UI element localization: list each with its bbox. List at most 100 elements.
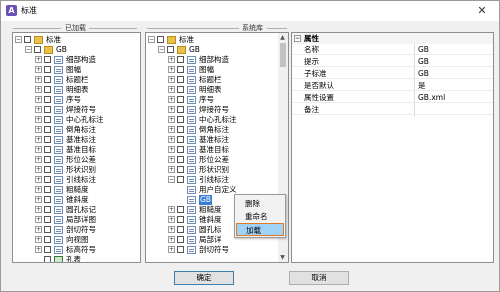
expand-icon[interactable]: + <box>35 186 42 193</box>
tree-node-item[interactable]: + 基准标注 <box>13 135 140 145</box>
collapse-icon[interactable]: − <box>148 36 155 43</box>
expand-icon[interactable]: + <box>168 66 175 73</box>
tree-node-item[interactable]: + 剖切符号 <box>146 245 288 255</box>
tree-node-item[interactable]: + 焊接符号 <box>13 105 140 115</box>
property-row[interactable]: 提示 GB <box>292 57 493 67</box>
tree-node-item[interactable]: + 中心孔标注 <box>146 115 288 125</box>
collapse-icon[interactable]: − <box>25 46 32 53</box>
checkbox[interactable] <box>177 116 184 123</box>
expand-icon[interactable]: + <box>35 96 42 103</box>
tree-node-item[interactable]: + 明细表 <box>146 85 288 95</box>
checkbox[interactable] <box>177 146 184 153</box>
tree-node-item[interactable]: + 基准标注 <box>146 135 288 145</box>
expand-icon[interactable]: + <box>168 96 175 103</box>
tree-node-item[interactable]: + 形状识别 <box>13 165 140 175</box>
checkbox[interactable] <box>177 76 184 83</box>
checkbox[interactable] <box>44 176 51 183</box>
expand-icon[interactable]: + <box>168 236 175 243</box>
tree-node-item[interactable]: − 引线标注 <box>146 175 288 185</box>
expand-icon[interactable]: + <box>168 106 175 113</box>
checkbox[interactable] <box>177 236 184 243</box>
menu-item-delete[interactable]: 删除 <box>236 197 284 210</box>
tree-node-item[interactable]: + 标题栏 <box>13 75 140 85</box>
checkbox[interactable] <box>177 66 184 73</box>
cancel-button[interactable]: 取消 <box>289 271 349 285</box>
checkbox[interactable] <box>177 96 184 103</box>
tree-node-item[interactable]: + 锥斜度 <box>13 195 140 205</box>
expand-icon[interactable]: + <box>168 216 175 223</box>
checkbox[interactable] <box>44 76 51 83</box>
checkbox[interactable] <box>177 56 184 63</box>
menu-item-load[interactable]: 加载 <box>236 223 284 236</box>
checkbox[interactable] <box>177 176 184 183</box>
checkbox[interactable] <box>177 226 184 233</box>
checkbox[interactable] <box>44 106 51 113</box>
tree-node-item[interactable]: + 序号 <box>146 95 288 105</box>
tree-node-item[interactable]: + 倒角标注 <box>146 125 288 135</box>
checkbox[interactable] <box>157 36 164 43</box>
checkbox[interactable] <box>44 246 51 253</box>
checkbox[interactable] <box>44 216 51 223</box>
checkbox[interactable] <box>44 226 51 233</box>
property-value[interactable]: GB <box>418 57 429 67</box>
property-row[interactable]: 是否默认 是 <box>292 81 493 91</box>
property-value[interactable]: 是 <box>418 81 426 91</box>
tree-node-item[interactable]: + 中心孔标注 <box>13 115 140 125</box>
checkbox[interactable] <box>44 196 51 203</box>
expand-icon[interactable]: + <box>168 136 175 143</box>
expand-icon[interactable]: + <box>35 86 42 93</box>
expand-icon[interactable]: + <box>35 216 42 223</box>
expand-icon[interactable]: + <box>35 136 42 143</box>
expand-icon[interactable]: + <box>35 226 42 233</box>
expand-icon[interactable]: + <box>168 56 175 63</box>
checkbox[interactable] <box>177 106 184 113</box>
checkbox[interactable] <box>44 236 51 243</box>
checkbox[interactable] <box>34 46 41 53</box>
checkbox[interactable] <box>177 156 184 163</box>
checkbox[interactable] <box>177 86 184 93</box>
tree-node-item[interactable]: + 圆孔标记 <box>13 205 140 215</box>
tree-node-item[interactable]: + 形位公差 <box>13 155 140 165</box>
tree-node-item[interactable]: + 基准目标 <box>146 145 288 155</box>
property-row[interactable]: 子标准 GB <box>292 69 493 79</box>
tree-node-item[interactable]: + 标高符号 <box>13 245 140 255</box>
checkbox[interactable] <box>44 86 51 93</box>
checkbox[interactable] <box>177 246 184 253</box>
tree-node-item[interactable]: + 标题栏 <box>146 75 288 85</box>
expand-icon[interactable]: + <box>168 246 175 253</box>
checkbox[interactable] <box>177 206 184 213</box>
expand-icon[interactable]: + <box>168 206 175 213</box>
checkbox[interactable] <box>44 256 51 262</box>
expand-icon[interactable]: + <box>35 126 42 133</box>
tree-node-item[interactable]: + 基准目标 <box>13 145 140 155</box>
checkbox[interactable] <box>44 166 51 173</box>
property-row[interactable]: 名称 GB <box>292 45 493 55</box>
tree-node-item[interactable]: + 剖切符号 <box>13 225 140 235</box>
expand-icon[interactable]: + <box>35 166 42 173</box>
tree-node-item[interactable]: + 粗糙度 <box>13 185 140 195</box>
tree-node-std[interactable]: − GB <box>13 45 140 55</box>
tree-node-item[interactable]: + 向视图 <box>13 235 140 245</box>
expand-icon[interactable]: + <box>35 66 42 73</box>
checkbox[interactable] <box>44 116 51 123</box>
expand-icon[interactable]: + <box>168 86 175 93</box>
tree-node-item[interactable]: + 图幅 <box>146 65 288 75</box>
expand-icon[interactable]: + <box>35 76 42 83</box>
collapse-icon[interactable]: − <box>168 176 175 183</box>
collapse-icon[interactable]: − <box>15 36 22 43</box>
tree-node-item[interactable]: + 引线标注 <box>13 175 140 185</box>
tree-node-item[interactable]: + 图幅 <box>13 65 140 75</box>
checkbox[interactable] <box>24 36 31 43</box>
expand-icon[interactable]: + <box>35 236 42 243</box>
expand-icon[interactable]: + <box>35 106 42 113</box>
collapse-icon[interactable]: − <box>158 46 165 53</box>
checkbox[interactable] <box>44 186 51 193</box>
tree-node-item[interactable]: + 焊接符号 <box>146 105 288 115</box>
expand-icon[interactable]: + <box>168 126 175 133</box>
tree-node-item[interactable]: + 明细表 <box>13 85 140 95</box>
expand-icon[interactable]: + <box>35 206 42 213</box>
expand-icon[interactable]: + <box>168 76 175 83</box>
tree-node-std[interactable]: − GB <box>146 45 288 55</box>
checkbox[interactable] <box>167 46 174 53</box>
checkbox[interactable] <box>44 206 51 213</box>
